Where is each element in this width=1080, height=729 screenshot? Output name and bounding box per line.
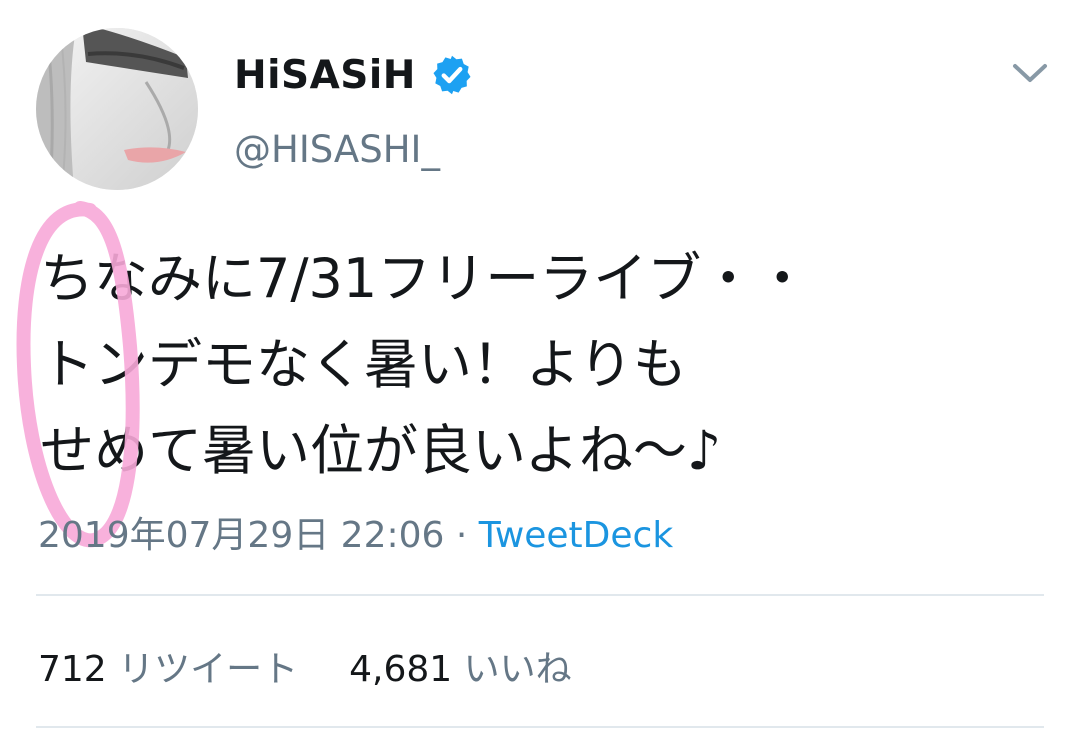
divider (36, 726, 1044, 728)
tweet-card: HiSASiH @HISASHI_ ちなみに7/31フリーライブ・・ トンデモな… (0, 0, 1080, 729)
tweet-text: ちなみに7/31フリーライブ・・ トンデモなく暑い！よりも せめて暑い位が良いよ… (40, 236, 1040, 494)
likes-stat[interactable]: 4,681 いいね (349, 649, 572, 690)
tweet-stats: 712 リツイート 4,681 いいね (38, 640, 572, 692)
likes-count: 4,681 (349, 649, 453, 690)
tweet-text-line: せめて暑い位が良いよね〜♪ (40, 419, 722, 482)
tweet-source-link[interactable]: TweetDeck (479, 515, 673, 556)
avatar-image (36, 28, 198, 190)
tweet-meta: 2019年07月29日 22:06 · TweetDeck (38, 506, 673, 558)
tweet-text-line: ちなみに7/31フリーライブ・・ (40, 247, 810, 310)
chevron-down-icon[interactable] (1010, 60, 1050, 86)
likes-label: いいね (463, 649, 572, 690)
divider (36, 594, 1044, 596)
display-name-row: HiSASiH (234, 50, 474, 100)
avatar[interactable] (36, 28, 198, 190)
tweet-timestamp[interactable]: 2019年07月29日 22:06 (38, 515, 444, 556)
display-name[interactable]: HiSASiH (234, 53, 416, 98)
verified-badge-icon (433, 55, 471, 95)
meta-separator: · (444, 515, 479, 556)
user-handle[interactable]: @HISASHI_ (234, 128, 440, 171)
retweets-label: リツイート (118, 649, 299, 690)
tweet-text-line: トンデモなく暑い！よりも (40, 333, 687, 396)
retweets-count: 712 (38, 649, 107, 690)
retweets-stat[interactable]: 712 リツイート (38, 649, 310, 690)
